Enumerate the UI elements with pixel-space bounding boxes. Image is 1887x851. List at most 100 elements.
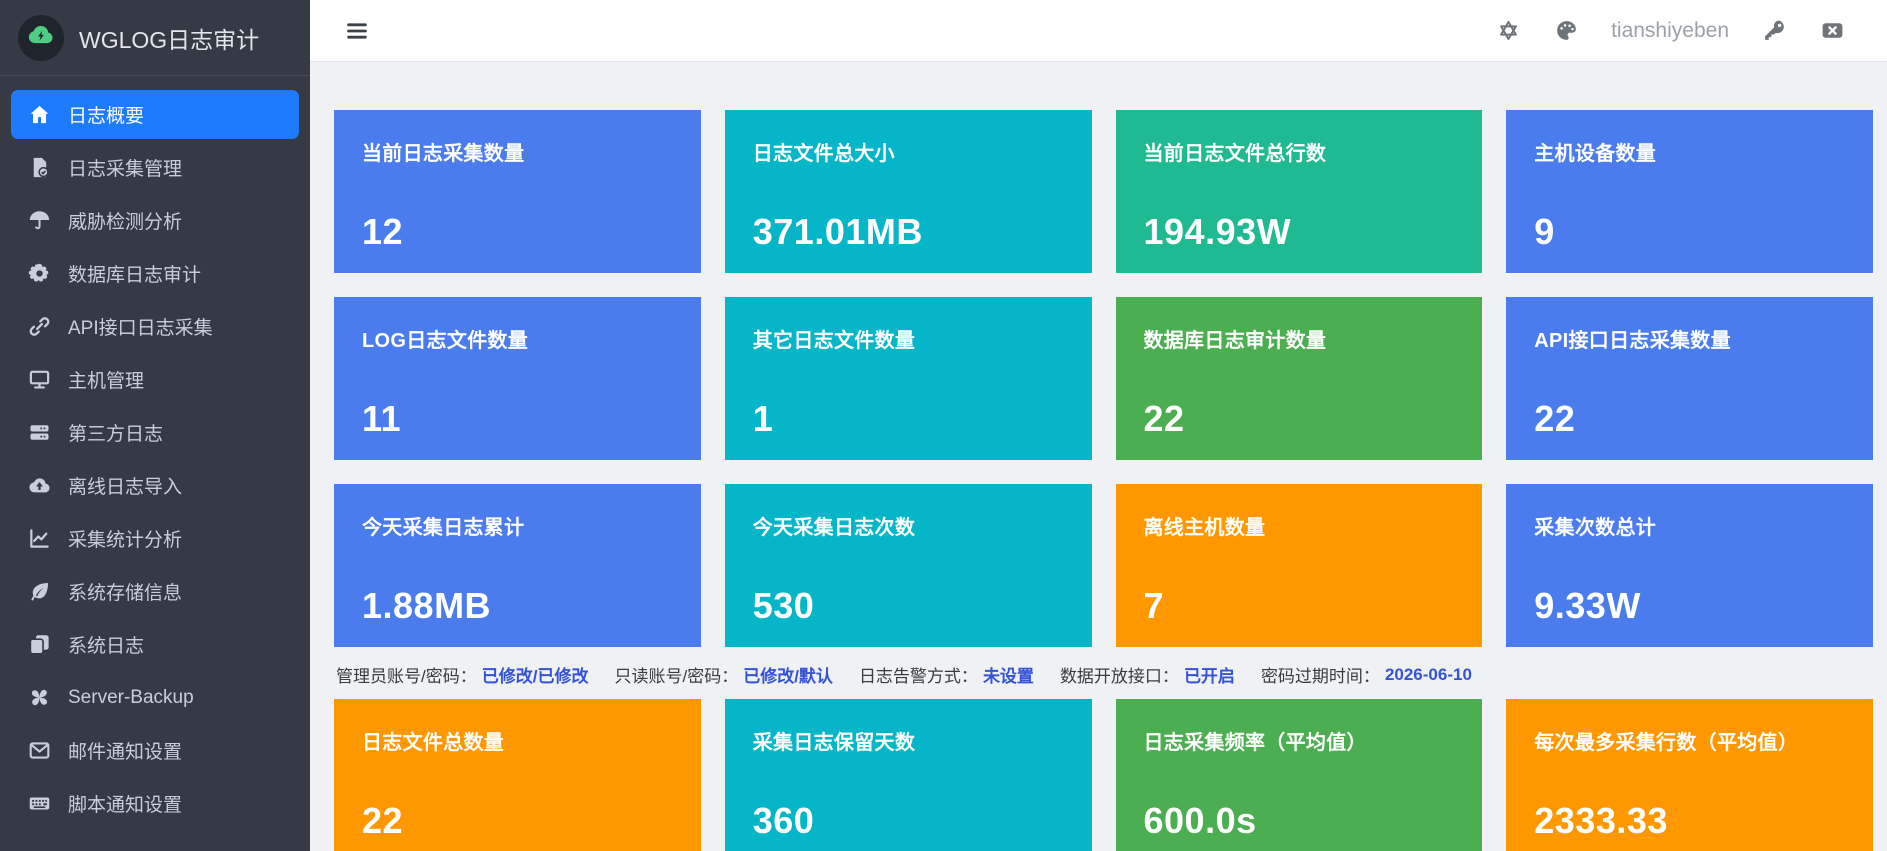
stat-card-value: 22: [1143, 398, 1185, 439]
sidebar-item-host-management[interactable]: 主机管理: [11, 355, 299, 404]
stat-card-label: 当前日志文件总行数: [1143, 143, 1327, 165]
server-icon: [26, 421, 52, 445]
sidebar-item-label: 主机管理: [68, 371, 145, 392]
sidebar-item-log-overview[interactable]: 日志概要: [11, 90, 299, 139]
stat-card-label: 主机设备数量: [1534, 143, 1657, 165]
status-label: 密码过期时间：: [1260, 667, 1380, 686]
app-title: WGLOG日志审计: [79, 26, 260, 53]
stat-card-value: 600.0s: [1143, 800, 1257, 841]
key-icon[interactable]: [1761, 18, 1787, 44]
sidebar-item-system-logs[interactable]: 系统日志: [11, 620, 299, 669]
stat-card-offline-host-count: 离线主机数量 7: [1115, 484, 1483, 647]
stat-card-api-collect-count: API接口日志采集数量 22: [1506, 297, 1873, 460]
status-label: 只读账号/密码：: [614, 667, 739, 686]
sidebar-item-label: 第三方日志: [68, 424, 164, 445]
bottom-card-grid: 日志文件总数量 22 采集日志保留天数 360 日志采集频率（平均值） 600.…: [334, 699, 1873, 851]
status-value-link[interactable]: 已修改/已修改: [482, 662, 589, 687]
status-item-password-expiry: 密码过期时间： 2026-06-10: [1261, 662, 1472, 687]
status-item-alert-method: 日志告警方式： 未设置: [859, 662, 1034, 687]
status-value-link[interactable]: 未设置: [983, 662, 1034, 687]
sidebar-item-offline-log-import[interactable]: 离线日志导入: [11, 461, 299, 510]
status-label: 管理员账号/密码：: [336, 667, 477, 686]
stat-card-total-log-files: 日志文件总数量 22: [334, 699, 701, 851]
stat-card-host-device-count: 主机设备数量 9: [1506, 110, 1873, 273]
stat-card-grid: 当前日志采集数量 12 日志文件总大小 371.01MB 当前日志文件总行数 1…: [334, 110, 1873, 647]
stat-card-label: 日志采集频率（平均值）: [1143, 732, 1367, 754]
sidebar-item-script-notification[interactable]: 脚本通知设置: [11, 779, 299, 828]
app-logo: [18, 14, 64, 61]
leaf-icon: [26, 580, 52, 604]
stat-card-value: 1.88MB: [362, 585, 492, 626]
monitor-icon: [26, 368, 52, 392]
stat-card-value: 371.01MB: [752, 211, 923, 252]
keyboard-icon: [26, 792, 52, 816]
file-check-icon: [26, 156, 52, 180]
sidebar-item-label: 脚本通知设置: [68, 795, 183, 816]
stat-card-db-audit-count: 数据库日志审计数量 22: [1115, 297, 1483, 460]
stat-card-label: 其它日志文件数量: [752, 330, 916, 352]
status-item-open-api: 数据开放接口： 已开启: [1060, 662, 1235, 687]
envelope-icon: [26, 739, 52, 763]
stat-card-log-file-count: LOG日志文件数量 11: [334, 297, 701, 460]
username[interactable]: tianshiyeben: [1611, 19, 1729, 43]
stat-card-label: 日志文件总数量: [362, 732, 505, 754]
app-logo-row: WGLOG日志审计: [0, 0, 310, 76]
sidebar-item-collect-statistics[interactable]: 采集统计分析: [11, 514, 299, 563]
sidebar-item-label: 系统日志: [68, 636, 145, 657]
stat-card-label: 今天采集日志累计: [362, 517, 525, 539]
sidebar-item-label: 邮件通知设置: [68, 742, 183, 763]
openai-icon[interactable]: [1495, 18, 1521, 44]
status-value-link[interactable]: 2026-06-10: [1385, 665, 1472, 685]
stat-card-value: 7: [1143, 585, 1165, 626]
stat-card-label: API接口日志采集数量: [1534, 330, 1731, 352]
sidebar-item-label: 系统存储信息: [68, 583, 183, 604]
stat-card-value: 360: [752, 800, 815, 841]
stat-card-current-log-collections: 当前日志采集数量 12: [334, 110, 701, 273]
sidebar-item-log-collect-management[interactable]: 日志采集管理: [11, 143, 299, 192]
stat-card-value: 9.33W: [1534, 585, 1641, 626]
status-item-admin-account: 管理员账号/密码： 已修改/已修改: [336, 662, 588, 687]
chart-line-icon: [26, 527, 52, 551]
sidebar-item-label: API接口日志采集: [68, 318, 213, 339]
stat-card-label: 当前日志采集数量: [362, 143, 525, 165]
stat-card-value: 2333.33: [1534, 800, 1668, 841]
link-icon: [26, 315, 52, 339]
cloud-upload-icon: [26, 474, 52, 498]
topbar-right: tianshiyeben: [1495, 18, 1845, 44]
sidebar-item-label: 日志采集管理: [68, 159, 183, 180]
palette-icon[interactable]: [1553, 18, 1579, 44]
stat-card-other-log-file-count: 其它日志文件数量 1: [724, 297, 1092, 460]
logout-icon[interactable]: [1819, 18, 1845, 44]
stat-card-label: 今天采集日志次数: [752, 517, 916, 539]
sidebar-item-label: 数据库日志审计: [68, 265, 202, 286]
gear-icon: [26, 262, 52, 286]
sidebar-menu: 日志概要 日志采集管理 威胁检测分析 数据库日志审计 API接口日志采集 主机管…: [0, 76, 310, 828]
sidebar-item-label: 离线日志导入: [68, 477, 183, 498]
stat-card-value: 530: [752, 585, 815, 626]
sidebar-item-label: 威胁检测分析: [68, 212, 183, 233]
stat-card-today-collected-size: 今天采集日志累计 1.88MB: [334, 484, 701, 647]
sidebar-item-email-notification[interactable]: 邮件通知设置: [11, 726, 299, 775]
sidebar-item-third-party-logs[interactable]: 第三方日志: [11, 408, 299, 457]
stat-card-max-lines-per-collect-avg: 每次最多采集行数（平均值） 2333.33: [1506, 699, 1873, 851]
sidebar-item-api-log-collect[interactable]: API接口日志采集: [11, 302, 299, 351]
status-value-link[interactable]: 已修改/默认: [743, 662, 833, 687]
stat-card-total-log-file-size: 日志文件总大小 371.01MB: [724, 110, 1092, 273]
hamburger-menu-icon[interactable]: [344, 18, 370, 44]
stat-card-collect-frequency-avg: 日志采集频率（平均值） 600.0s: [1115, 699, 1483, 851]
cloud-bolt-icon: [26, 20, 56, 55]
stat-card-total-log-lines: 当前日志文件总行数 194.93W: [1115, 110, 1483, 273]
sidebar-item-system-storage[interactable]: 系统存储信息: [11, 567, 299, 616]
pinwheel-icon: [26, 686, 52, 710]
sidebar-item-db-log-audit[interactable]: 数据库日志审计: [11, 249, 299, 298]
sidebar-item-threat-detection[interactable]: 威胁检测分析: [11, 196, 299, 245]
sidebar-item-label: Server-Backup: [68, 686, 194, 708]
status-value-link[interactable]: 已开启: [1184, 662, 1235, 687]
stat-card-label: 采集次数总计: [1534, 517, 1657, 539]
stat-card-total-collect-times: 采集次数总计 9.33W: [1506, 484, 1873, 647]
stat-card-value: 194.93W: [1143, 211, 1292, 252]
sidebar-item-server-backup[interactable]: Server-Backup: [11, 673, 299, 722]
copy-icon: [26, 633, 52, 657]
stat-card-label: 离线主机数量: [1143, 517, 1266, 539]
home-icon: [26, 103, 52, 127]
